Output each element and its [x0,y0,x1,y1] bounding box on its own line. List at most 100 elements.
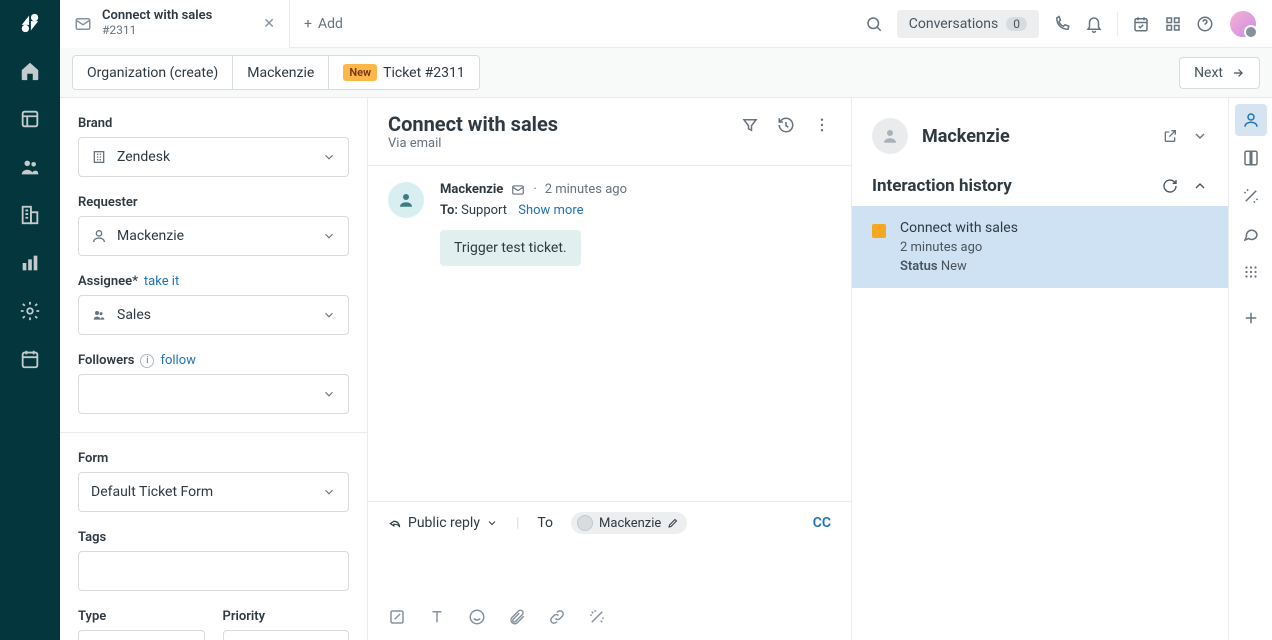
ticket-sidebar: Brand Zendesk Requester Mackenzie [60,98,368,640]
show-more-link[interactable]: Show more [518,203,583,218]
requester-select[interactable]: Mackenzie [78,216,349,256]
info-icon[interactable]: i [140,354,154,368]
phone-icon[interactable] [1053,15,1071,33]
message-time: 2 minutes ago [545,182,627,197]
follow-link[interactable]: follow [160,353,195,368]
new-badge: New [343,64,377,81]
tab-organization[interactable]: Organization (create) [73,56,233,89]
type-label: Type [78,609,205,624]
message-avatar [388,182,424,218]
mail-icon [511,183,525,197]
help-icon[interactable] [1196,15,1214,33]
views-icon[interactable] [19,108,41,130]
message-body: Trigger test ticket. [440,230,581,266]
open-external-icon[interactable] [1162,128,1178,144]
chevron-down-icon [322,485,336,499]
chevron-down-icon [486,517,498,529]
plus-icon: + [304,16,312,32]
brand-select[interactable]: Zendesk [78,137,349,177]
requester-label: Requester [78,195,349,210]
right-rail [1228,98,1272,640]
followers-select[interactable] [78,374,349,414]
history-item[interactable]: Connect with sales 2 minutes ago Status … [852,206,1228,288]
building-icon [91,149,107,165]
to-label: To [537,515,553,531]
ticket-label: Ticket #2311 [383,65,465,81]
tab-subtitle: #2311 [102,24,212,38]
chat-icon[interactable] [1235,218,1267,250]
assignee-select[interactable]: Sales [78,295,349,335]
calendar-icon[interactable] [19,348,41,370]
organizations-icon[interactable] [19,204,41,226]
schedule-icon[interactable] [1132,15,1150,33]
chevron-up-icon[interactable] [1192,178,1208,194]
mail-icon [74,15,92,33]
home-icon[interactable] [19,60,41,82]
refresh-icon[interactable] [1162,178,1178,194]
divider: | [516,515,519,531]
arrow-right-icon [1231,66,1245,80]
add-label: Add [318,16,343,32]
ticket-status-icon [872,224,886,238]
add-app-icon[interactable] [1235,302,1267,334]
add-tab-button[interactable]: + Add [290,16,357,32]
history-title: Connect with sales [900,220,1018,236]
emoji-icon[interactable] [468,608,486,626]
divider [1117,12,1118,36]
topbar: Connect with sales #2311 ✕ + Add Convers… [60,0,1272,48]
next-button[interactable]: Next [1179,57,1260,89]
take-it-link[interactable]: take it [144,274,179,289]
notifications-icon[interactable] [1085,15,1103,33]
form-select[interactable]: Default Ticket Form [78,472,349,512]
magic-wand-icon[interactable] [1235,180,1267,212]
magic-icon[interactable] [588,608,606,626]
followers-label: Followers i follow [78,353,349,368]
chevron-down-icon [322,229,336,243]
close-tab-icon[interactable]: ✕ [263,16,275,32]
tags-input[interactable] [78,551,349,591]
nav-rail [0,0,60,640]
recipient-chip[interactable]: Mackenzie [571,512,687,534]
search-icon[interactable] [865,15,883,33]
conversations-button[interactable]: Conversations 0 [897,10,1039,38]
text-format-icon[interactable] [428,608,446,626]
zendesk-logo-icon[interactable] [19,12,41,34]
cc-link[interactable]: CC [813,515,831,531]
reply-textarea[interactable] [368,544,851,590]
apps-icon[interactable] [1164,15,1182,33]
priority-label: Priority [223,609,350,624]
context-tabs: Organization (create) Mackenzie New Tick… [72,55,480,90]
profile-avatar[interactable] [1228,9,1258,39]
tab-ticket[interactable]: New Ticket #2311 [329,56,478,89]
compose-icon[interactable] [388,608,406,626]
reporting-icon[interactable] [19,252,41,274]
requester-value: Mackenzie [117,228,184,244]
filter-icon[interactable] [741,116,759,134]
knowledge-icon[interactable] [1235,142,1267,174]
assignee-value: Sales [117,307,151,323]
priority-select[interactable]: High [223,630,350,640]
more-icon[interactable] [813,116,831,134]
type-select[interactable]: - [78,630,205,640]
reply-area: Public reply | To Mackenzie CC [368,501,851,640]
attach-icon[interactable] [508,608,526,626]
context-panel: Mackenzie Interaction history [852,98,1228,640]
chevron-down-icon[interactable] [1192,128,1208,144]
user-name: Mackenzie [922,126,1148,147]
tab-user[interactable]: Mackenzie [233,56,329,89]
customers-icon[interactable] [19,156,41,178]
to-value: Support [461,203,507,218]
brand-value: Zendesk [117,149,170,165]
ticket-tab[interactable]: Connect with sales #2311 ✕ [60,0,290,48]
reply-type-select[interactable]: Public reply [388,515,498,531]
conversations-label: Conversations [909,16,998,32]
admin-icon[interactable] [19,300,41,322]
group-icon [91,307,107,323]
history-icon[interactable] [777,116,795,134]
tags-label: Tags [78,530,349,545]
edit-icon[interactable] [667,517,679,529]
apps-grid-icon[interactable] [1235,256,1267,288]
link-icon[interactable] [548,608,566,626]
user-panel-icon[interactable] [1235,104,1267,136]
assignee-label: Assignee* take it [78,274,349,289]
